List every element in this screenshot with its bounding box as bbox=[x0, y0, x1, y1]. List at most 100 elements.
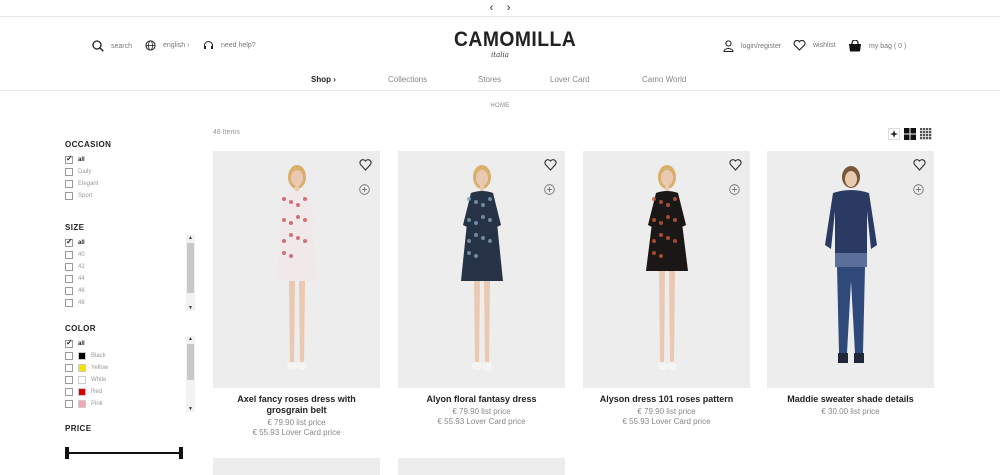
occasion-option[interactable]: Daily bbox=[65, 166, 195, 178]
wishlist-heart-icon[interactable] bbox=[359, 159, 372, 171]
checkbox[interactable] bbox=[65, 180, 73, 188]
wishlist-heart-icon[interactable] bbox=[913, 159, 926, 171]
globe-icon bbox=[145, 40, 156, 51]
scroll-thumb[interactable] bbox=[187, 243, 194, 293]
search-link[interactable]: search bbox=[92, 40, 132, 52]
option-label: Yellow bbox=[91, 365, 109, 371]
occasion-option[interactable]: all bbox=[65, 154, 195, 166]
size-option[interactable]: 40 bbox=[65, 249, 195, 261]
scroll-up-icon[interactable]: ▲ bbox=[186, 235, 195, 241]
occasion-filter: OCCASION all Daily Elegant Sport bbox=[65, 140, 195, 202]
scroll-thumb[interactable] bbox=[187, 344, 194, 380]
color-option[interactable]: White bbox=[65, 374, 195, 386]
color-scrollbar[interactable]: ▲ ▼ bbox=[186, 336, 195, 412]
product-image[interactable] bbox=[583, 151, 750, 388]
top-carousel-bar: ‹ › bbox=[0, 0, 1000, 17]
site-header: search english › need help? CAMOMILLA it… bbox=[0, 18, 1000, 70]
nav-item-lover-card[interactable]: Lover Card bbox=[550, 75, 590, 84]
checkbox[interactable] bbox=[65, 400, 73, 408]
size-option[interactable]: 42 bbox=[65, 261, 195, 273]
checkbox[interactable] bbox=[65, 251, 73, 259]
scroll-down-icon[interactable]: ▼ bbox=[186, 305, 195, 311]
checkbox[interactable] bbox=[65, 168, 73, 176]
grid-2-view-icon[interactable] bbox=[904, 128, 916, 140]
size-option[interactable]: 48 bbox=[65, 297, 195, 309]
add-plus-icon[interactable] bbox=[359, 184, 370, 195]
price-range-slider[interactable] bbox=[65, 446, 183, 460]
product-card[interactable]: Alyson dress 101 roses pattern € 79.90 l… bbox=[583, 151, 750, 427]
wishlist-heart-icon[interactable] bbox=[729, 159, 742, 171]
product-name[interactable]: Alyson dress 101 roses pattern bbox=[583, 394, 750, 405]
product-card-next-row[interactable] bbox=[398, 458, 565, 475]
product-name[interactable]: Maddie sweater shade details bbox=[767, 394, 934, 405]
product-image[interactable] bbox=[767, 151, 934, 388]
headset-icon bbox=[204, 41, 213, 49]
scroll-up-icon[interactable]: ▲ bbox=[186, 336, 195, 342]
product-name[interactable]: Alyon floral fantasy dress bbox=[398, 394, 565, 405]
checkbox[interactable] bbox=[65, 364, 73, 372]
product-card[interactable]: Maddie sweater shade details € 30.00 lis… bbox=[767, 151, 934, 417]
scroll-down-icon[interactable]: ▼ bbox=[186, 406, 195, 412]
checkbox[interactable] bbox=[65, 287, 73, 295]
checkbox[interactable] bbox=[65, 192, 73, 200]
wishlist-heart-icon[interactable] bbox=[544, 159, 557, 171]
single-view-icon[interactable] bbox=[888, 128, 900, 140]
nav-item-camo-world[interactable]: Camo World bbox=[642, 75, 686, 84]
occasion-option[interactable]: Sport bbox=[65, 190, 195, 202]
login-link[interactable]: login/register bbox=[723, 40, 781, 52]
checkbox[interactable] bbox=[65, 154, 73, 164]
color-option[interactable]: Pink bbox=[65, 398, 195, 410]
option-label: Pink bbox=[91, 401, 103, 407]
occasion-option[interactable]: Elegant bbox=[65, 178, 195, 190]
color-option[interactable]: Red bbox=[65, 386, 195, 398]
checkbox[interactable] bbox=[65, 237, 73, 247]
size-option[interactable]: 44 bbox=[65, 273, 195, 285]
nav-item-collections[interactable]: Collections bbox=[388, 75, 427, 84]
checkbox[interactable] bbox=[65, 376, 73, 384]
add-plus-icon[interactable] bbox=[913, 184, 924, 195]
checkbox[interactable] bbox=[65, 275, 73, 283]
product-card-next-row[interactable] bbox=[213, 458, 380, 475]
product-card[interactable]: Alyon floral fantasy dress € 79.90 list … bbox=[398, 151, 565, 427]
size-option[interactable]: all bbox=[65, 237, 195, 249]
grid-4-view-icon[interactable] bbox=[920, 128, 932, 140]
product-price: € 79.90 list price bbox=[452, 407, 511, 416]
next-arrow-icon[interactable]: › bbox=[502, 0, 516, 16]
prev-arrow-icon[interactable]: ‹ bbox=[484, 0, 498, 16]
product-image[interactable] bbox=[213, 151, 380, 388]
size-scrollbar[interactable]: ▲ ▼ bbox=[186, 235, 195, 311]
camomilla-logo[interactable]: CAMOMILLA italia bbox=[450, 29, 576, 59]
help-link[interactable]: need help? bbox=[203, 40, 256, 51]
bag-link[interactable]: my bag ( 0 ) bbox=[848, 40, 906, 52]
color-option[interactable]: Yellow bbox=[65, 362, 195, 374]
option-label: all bbox=[78, 240, 85, 246]
size-option[interactable]: 46 bbox=[65, 285, 195, 297]
checkbox[interactable] bbox=[65, 338, 73, 348]
price-title: PRICE bbox=[65, 424, 92, 433]
nav-item-stores[interactable]: Stores bbox=[478, 75, 501, 84]
slider-max-handle[interactable] bbox=[179, 447, 183, 459]
product-card[interactable]: Axel fancy roses dress with grosgrain be… bbox=[213, 151, 380, 438]
slider-track bbox=[67, 452, 181, 454]
nav-item-shop[interactable]: Shop › bbox=[311, 75, 336, 84]
logo-tagline: italia bbox=[491, 51, 509, 59]
language-selector[interactable]: english › bbox=[145, 40, 189, 51]
checkbox[interactable] bbox=[65, 263, 73, 271]
color-filter: COLOR all Black Yellow White Red Pink ▲ … bbox=[65, 324, 195, 414]
main-navigation: Shop › Collections Stores Lover Card Cam… bbox=[0, 70, 1000, 91]
checkbox[interactable] bbox=[65, 299, 73, 307]
option-label: Daily bbox=[78, 169, 92, 175]
product-name[interactable]: Axel fancy roses dress with grosgrain be… bbox=[213, 394, 380, 416]
product-image[interactable] bbox=[398, 151, 565, 388]
color-option[interactable]: Black bbox=[65, 350, 195, 362]
checkbox[interactable] bbox=[65, 388, 73, 396]
slider-min-handle[interactable] bbox=[65, 447, 69, 459]
add-plus-icon[interactable] bbox=[544, 184, 555, 195]
add-plus-icon[interactable] bbox=[729, 184, 740, 195]
user-icon bbox=[723, 40, 734, 52]
color-option[interactable]: all bbox=[65, 338, 195, 350]
breadcrumb[interactable]: HOME bbox=[0, 103, 1000, 109]
checkbox[interactable] bbox=[65, 352, 73, 360]
wishlist-link[interactable]: wishlist bbox=[793, 40, 836, 51]
option-label: 42 bbox=[78, 264, 85, 270]
